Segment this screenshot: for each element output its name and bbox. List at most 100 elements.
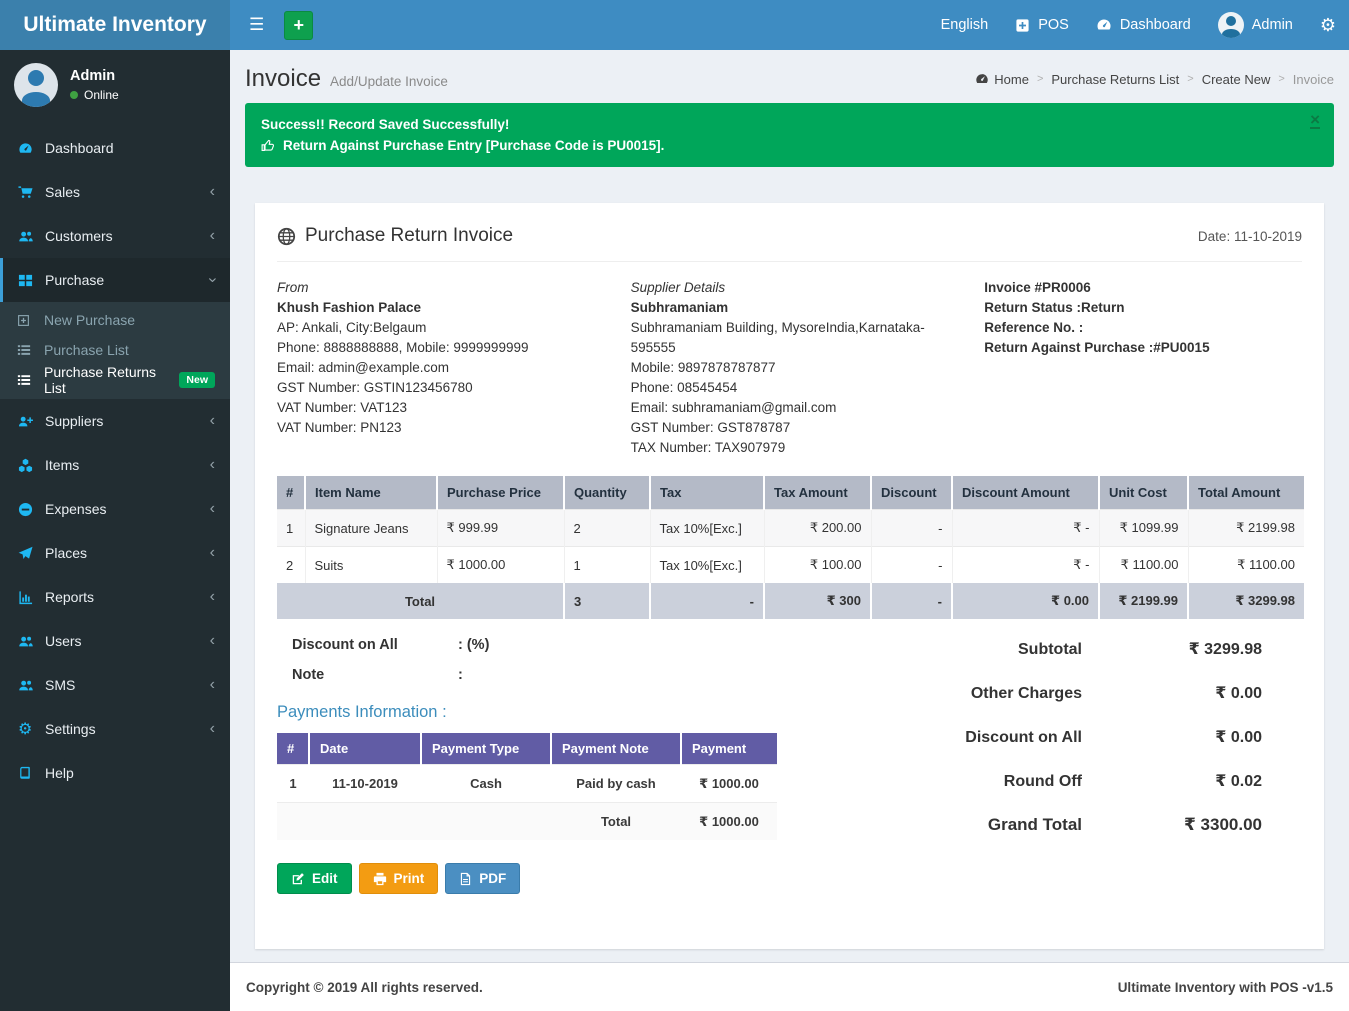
sidebar-item-suppliers[interactable]: Suppliers ‹ — [0, 399, 230, 443]
breadcrumb-separator: > — [1037, 73, 1043, 85]
users-icon — [18, 678, 45, 693]
invoice-date: Date: 11-10-2019 — [1198, 229, 1302, 244]
sidebar-user-panel: Admin Online — [0, 50, 230, 122]
sidebar-item-purchase-returns-list[interactable]: Purchase Returns List New — [0, 365, 230, 395]
breadcrumb-invoice: Invoice — [1293, 72, 1334, 87]
globe-icon — [277, 227, 296, 246]
sidebar-item-places[interactable]: Places ‹ — [0, 531, 230, 575]
sidebar-item-settings[interactable]: ⚙ Settings ‹ — [0, 707, 230, 751]
success-alert: Success!! Record Saved Successfully! Ret… — [245, 103, 1334, 167]
breadcrumb-home[interactable]: Home — [975, 72, 1029, 87]
summary-round-off: Round Off ₹ 0.02 — [907, 771, 1262, 791]
print-button[interactable]: Print — [359, 863, 439, 894]
dashboard-link[interactable]: Dashboard — [1096, 17, 1191, 33]
app-logo[interactable]: Ultimate Inventory — [0, 0, 230, 50]
users-icon — [18, 229, 45, 244]
content-header: Invoice Add/Update Invoice Home > Purcha… — [230, 50, 1349, 93]
breadcrumb-separator: > — [1187, 73, 1193, 85]
invoice-items-table: # Item Name Purchase Price Quantity Tax … — [277, 476, 1304, 619]
close-icon[interactable]: × — [1310, 112, 1320, 129]
sidebar-item-new-purchase[interactable]: New Purchase — [0, 305, 230, 335]
sidebar-item-help[interactable]: Help — [0, 751, 230, 795]
summary-subtotal: Subtotal ₹ 3299.98 — [907, 639, 1262, 659]
grid-icon — [18, 273, 45, 288]
breadcrumb-separator: > — [1278, 73, 1284, 85]
version-text: Ultimate Inventory with POS -v1.5 — [1118, 980, 1333, 995]
book-icon — [18, 766, 45, 780]
chevron-left-icon: ‹ — [210, 228, 215, 244]
summary-discount-on-all: Discount on All ₹ 0.00 — [907, 727, 1262, 747]
avatar — [1218, 12, 1244, 38]
plus-square-icon — [17, 314, 44, 327]
thumbs-up-icon — [261, 138, 276, 153]
breadcrumb-purchase-returns-list[interactable]: Purchase Returns List — [1051, 72, 1179, 87]
alert-line1: Success!! Record Saved Successfully! — [261, 114, 1318, 135]
invoice-meta: Invoice #PR0006 Return Status :Return Re… — [984, 278, 1302, 458]
card-title: Purchase Return Invoice — [277, 225, 513, 247]
user-menu[interactable]: Admin — [1218, 12, 1293, 38]
invoice-summary: Subtotal ₹ 3299.98 Other Charges ₹ 0.00 … — [907, 623, 1302, 894]
sidebar-item-users[interactable]: Users ‹ — [0, 619, 230, 663]
chevron-left-icon: ‹ — [210, 545, 215, 561]
summary-grand-total: Grand Total ₹ 3300.00 — [907, 815, 1262, 835]
sidebar-item-expenses[interactable]: Expenses ‹ — [0, 487, 230, 531]
page-subtitle: Add/Update Invoice — [330, 74, 448, 89]
note-row: Note : — [292, 667, 907, 683]
chevron-left-icon: ‹ — [210, 501, 215, 517]
plus-square-icon — [1015, 18, 1030, 33]
item-row: 1 Signature Jeans ₹ 999.99 2 Tax 10%[Exc… — [277, 510, 1304, 547]
sidebar-item-dashboard[interactable]: Dashboard — [0, 126, 230, 170]
chevron-left-icon: ‹ — [210, 677, 215, 693]
pdf-button[interactable]: PDF — [445, 863, 520, 894]
bar-chart-icon — [18, 590, 45, 605]
sidebar-item-sales[interactable]: Sales ‹ — [0, 170, 230, 214]
user-name: Admin — [70, 68, 119, 84]
quick-add-button[interactable]: + — [284, 11, 313, 40]
minus-circle-icon — [18, 502, 45, 517]
sidebar-menu: Dashboard Sales ‹ Customers ‹ Purchase ‹ — [0, 126, 230, 795]
sidebar-item-reports[interactable]: Reports ‹ — [0, 575, 230, 619]
summary-other-charges: Other Charges ₹ 0.00 — [907, 683, 1262, 703]
sidebar-item-customers[interactable]: Customers ‹ — [0, 214, 230, 258]
settings-gear-icon[interactable]: ⚙ — [1320, 16, 1336, 34]
new-badge: New — [179, 372, 215, 388]
sidebar-toggle-icon[interactable]: ☰ — [243, 11, 270, 39]
cubes-icon — [18, 458, 45, 473]
breadcrumb-create-new[interactable]: Create New — [1202, 72, 1271, 87]
home-icon — [975, 72, 989, 86]
alert-line2: Return Against Purchase Entry [Purchase … — [283, 135, 664, 156]
tachometer-icon — [1096, 17, 1112, 33]
users-icon — [18, 634, 45, 649]
purchase-submenu: New Purchase Purchase List Purchase Retu… — [0, 302, 230, 399]
chevron-left-icon: ‹ — [210, 413, 215, 429]
list-icon — [17, 373, 44, 387]
sidebar-item-items[interactable]: Items ‹ — [0, 443, 230, 487]
invoice-card: Purchase Return Invoice Date: 11-10-2019… — [255, 203, 1324, 949]
cart-icon — [18, 185, 45, 200]
tachometer-icon — [18, 141, 45, 156]
payments-table: # Date Payment Type Payment Note Payment… — [277, 733, 777, 840]
chevron-down-icon: ‹ — [204, 277, 220, 282]
sidebar-item-purchase-list[interactable]: Purchase List — [0, 335, 230, 365]
edit-icon — [291, 872, 305, 886]
payments-total-row: Total ₹ 1000.00 — [277, 803, 777, 841]
chevron-left-icon: ‹ — [210, 457, 215, 473]
language-menu[interactable]: English — [941, 17, 989, 33]
cogs-icon: ⚙ — [18, 719, 45, 739]
breadcrumb: Home > Purchase Returns List > Create Ne… — [975, 72, 1334, 87]
avatar — [14, 63, 58, 107]
sidebar-item-sms[interactable]: SMS ‹ — [0, 663, 230, 707]
list-icon — [17, 343, 44, 357]
payments-heading: Payments Information : — [277, 703, 907, 722]
sidebar-item-purchase[interactable]: Purchase ‹ — [0, 258, 230, 302]
online-status-icon — [70, 91, 78, 99]
payments-header-row: # Date Payment Type Payment Note Payment — [277, 733, 777, 765]
sidebar: Admin Online Dashboard Sales ‹ Customers… — [0, 50, 230, 1011]
copyright-text: Copyright © 2019 All rights reserved. — [246, 980, 483, 995]
file-pdf-icon — [459, 872, 472, 886]
pos-link[interactable]: POS — [1015, 17, 1069, 33]
edit-button[interactable]: Edit — [277, 863, 352, 894]
user-status: Online — [84, 88, 119, 102]
items-total-row: Total 3 - ₹ 300 - ₹ 0.00 ₹ 2199.99 ₹ 329… — [277, 583, 1304, 619]
item-row: 2 Suits ₹ 1000.00 1 Tax 10%[Exc.] ₹ 100.… — [277, 547, 1304, 584]
